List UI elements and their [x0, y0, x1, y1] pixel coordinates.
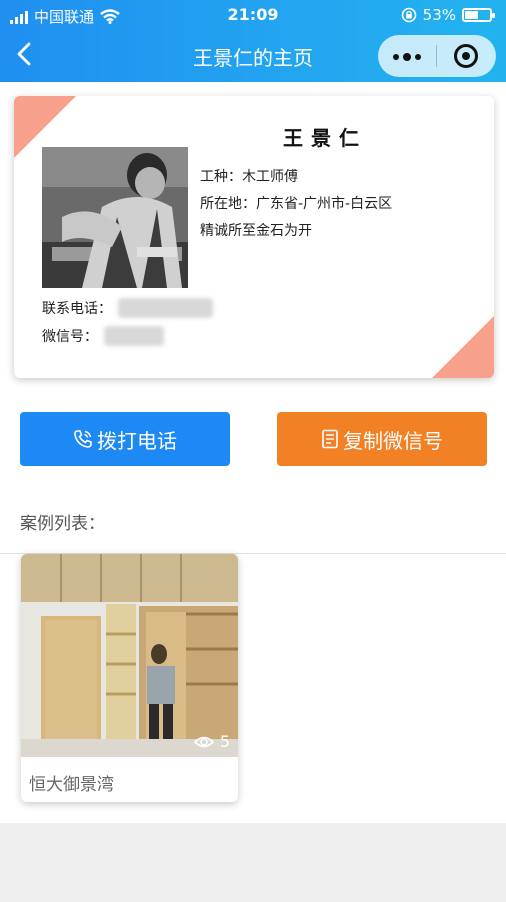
more-dots-icon [393, 53, 421, 61]
phone-value-redacted [118, 298, 213, 318]
corner-decoration [432, 316, 494, 378]
wechat-label: 微信号： [42, 329, 98, 345]
battery-percent: 53% [422, 6, 456, 24]
battery-icon [462, 8, 495, 22]
profile-trade: 工种：木工师傅 [200, 169, 298, 185]
header: 中国联通 21:09 53% 王景仁的主页 [0, 0, 506, 82]
phone-label: 联系电话： [42, 301, 112, 317]
case-views-count: 5 [219, 732, 230, 751]
mini-program-capsule [378, 35, 496, 77]
cases-title: 案例列表： [20, 514, 105, 534]
more-button[interactable] [378, 46, 436, 66]
document-icon [322, 429, 338, 449]
case-name: 恒大御景湾 [29, 775, 114, 795]
case-views: 5 [193, 732, 230, 751]
profile-location: 所在地：广东省-广州市-白云区 [200, 196, 393, 212]
phone-row: 联系电话： [42, 298, 213, 318]
target-icon [454, 44, 478, 68]
wechat-value-redacted [104, 326, 164, 346]
eye-icon [193, 736, 214, 747]
phone-icon [74, 430, 92, 448]
case-card[interactable]: 5 恒大御景湾 [21, 554, 238, 802]
status-right: 53% [401, 6, 495, 24]
call-button[interactable]: 拨打电话 [20, 412, 230, 466]
profile-photo [42, 147, 188, 288]
status-bar: 中国联通 21:09 53% [0, 0, 506, 32]
cases-section: 案例列表： 5 恒大御景湾 [0, 487, 506, 823]
close-button[interactable] [437, 44, 495, 68]
case-thumbnail [21, 554, 238, 757]
copy-button-label: 复制微信号 [343, 428, 443, 453]
profile-section: 王景仁 工种：木工师傅 所在地：广东省-广州市-白云区 精诚所至金石为开 联系电… [0, 82, 506, 487]
profile-card: 王景仁 工种：木工师傅 所在地：广东省-广州市-白云区 精诚所至金石为开 联系电… [14, 96, 494, 378]
rotation-lock-icon [401, 7, 416, 23]
profile-motto: 精诚所至金石为开 [200, 223, 312, 239]
wechat-row: 微信号： [42, 326, 164, 346]
call-button-label: 拨打电话 [97, 428, 177, 453]
profile-name: 王景仁 [283, 126, 367, 150]
copy-wechat-button[interactable]: 复制微信号 [277, 412, 487, 466]
